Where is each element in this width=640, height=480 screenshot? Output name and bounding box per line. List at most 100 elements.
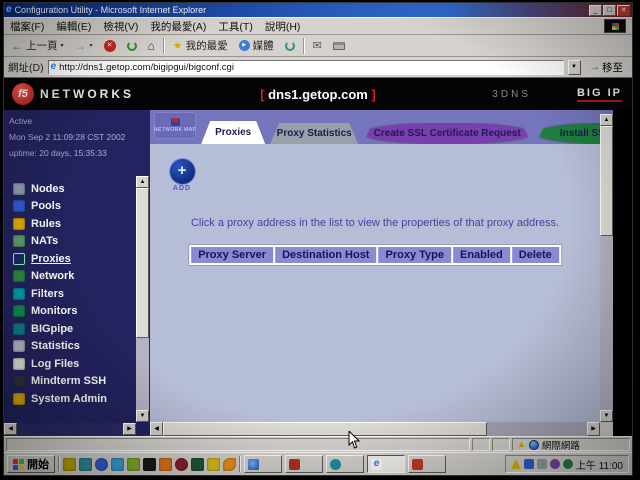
- sidebar-item-monitors[interactable]: Monitors: [13, 303, 107, 321]
- tray-icon[interactable]: [524, 459, 534, 469]
- go-button[interactable]: → 移至: [585, 59, 629, 75]
- quick-launch-icon[interactable]: [111, 458, 124, 471]
- taskbar-window-button[interactable]: [285, 455, 323, 473]
- quick-launch-icon[interactable]: [143, 458, 156, 471]
- screen: e Configuration Utility - Microsoft Inte…: [0, 0, 640, 480]
- sidebar-item-system-admin[interactable]: System Admin: [13, 390, 107, 408]
- menu-tools[interactable]: 工具(T): [218, 19, 252, 34]
- minimize-button[interactable]: _: [589, 5, 602, 16]
- quick-launch: [63, 458, 236, 471]
- back-arrow-icon: ←: [11, 39, 23, 53]
- quick-launch-icon[interactable]: [175, 458, 188, 471]
- scroll-left-button[interactable]: ◀: [150, 422, 163, 436]
- maximize-button[interactable]: □: [603, 5, 616, 16]
- taskbar-window-button[interactable]: [408, 455, 446, 473]
- media-button[interactable]: ▶ 媒體: [236, 37, 277, 54]
- sidebar-item-rules[interactable]: Rules: [13, 215, 107, 233]
- scrollbar-thumb[interactable]: [163, 422, 487, 436]
- quick-launch-icon[interactable]: [127, 458, 140, 471]
- ie-logo-icon: e: [6, 5, 12, 15]
- quick-launch-icon[interactable]: [207, 458, 220, 471]
- menu-help[interactable]: 說明(H): [265, 19, 301, 34]
- sidebar-item-nodes[interactable]: Nodes: [13, 180, 107, 198]
- add-proxy[interactable]: + ADD: [166, 159, 198, 192]
- sidebar: Active Mon Sep 2 11:09:28 CST 2002 uptim…: [4, 110, 150, 436]
- product-links: 3DNS BIG IP: [492, 87, 622, 102]
- stop-button[interactable]: ✕: [101, 39, 119, 53]
- quick-launch-icon[interactable]: [159, 458, 172, 471]
- bracket-close: ]: [371, 87, 375, 102]
- scroll-right-button[interactable]: ▶: [587, 422, 600, 436]
- scroll-left-button[interactable]: ◀: [4, 423, 17, 435]
- sidebar-item-filters[interactable]: Filters: [13, 285, 107, 303]
- taskbar-window-button[interactable]: [326, 455, 364, 473]
- link-bigip[interactable]: BIG IP: [577, 87, 622, 102]
- tray-icon[interactable]: [563, 459, 573, 469]
- menu-favorites[interactable]: 我的最愛(A): [150, 19, 206, 34]
- network-map-button[interactable]: NETWORK MAP: [154, 112, 196, 139]
- scroll-up-button[interactable]: ▲: [600, 114, 613, 126]
- sidebar-vertical-scrollbar: ▲ ▼: [136, 176, 149, 422]
- scroll-down-button[interactable]: ▼: [600, 410, 613, 422]
- scroll-right-button[interactable]: ▶: [123, 423, 136, 435]
- tray-icon[interactable]: [511, 459, 521, 469]
- tab-proxies[interactable]: Proxies: [201, 121, 265, 144]
- sidebar-item-proxies[interactable]: Proxies: [13, 250, 107, 268]
- status-datetime: Mon Sep 2 11:09:28 CST 2002: [9, 129, 148, 145]
- scrollbar-thumb[interactable]: [136, 188, 149, 338]
- quick-launch-icon[interactable]: [223, 458, 236, 471]
- address-dropdown-button[interactable]: ▼: [568, 60, 581, 75]
- scroll-up-button[interactable]: ▲: [136, 176, 149, 188]
- sidebar-horizontal-scrollbar: ◀ ▶: [4, 423, 136, 436]
- sidebar-item-log-files[interactable]: Log Files: [13, 355, 107, 373]
- address-url[interactable]: http://dns1.getop.com/bigipgui/bigconf.c…: [59, 62, 234, 73]
- tab-create-ssl-certificate-request[interactable]: Create SSL Certificate Request: [363, 123, 531, 144]
- mail-button[interactable]: ✉: [310, 38, 325, 53]
- refresh-icon: [127, 41, 137, 51]
- favorites-star-icon: ★: [173, 39, 183, 52]
- quick-launch-icon[interactable]: [191, 458, 204, 471]
- close-button[interactable]: ✕: [617, 5, 630, 16]
- favorites-button[interactable]: ★ 我的最愛: [170, 37, 231, 54]
- proxies-icon: [13, 253, 25, 265]
- menu-view[interactable]: 檢視(V): [103, 19, 138, 34]
- refresh-button[interactable]: [124, 40, 140, 52]
- taskbar-window-button-active[interactable]: e: [367, 455, 405, 473]
- rules-icon: [13, 218, 25, 230]
- address-input[interactable]: e http://dns1.getop.com/bigipgui/bigconf…: [48, 60, 564, 75]
- link-3dns[interactable]: 3DNS: [492, 89, 531, 100]
- sidebar-item-network[interactable]: Network: [13, 268, 107, 286]
- quick-launch-icon[interactable]: [95, 458, 108, 471]
- log-files-icon: [13, 358, 25, 370]
- taskbar-divider: [58, 456, 60, 472]
- sidebar-item-nats[interactable]: NATs: [13, 233, 107, 251]
- back-button[interactable]: ← 上一頁 ▾: [8, 37, 67, 54]
- menu-file[interactable]: 檔案(F): [10, 19, 44, 34]
- back-dropdown-icon[interactable]: ▾: [61, 42, 64, 49]
- sidebar-item-mindterm-ssh[interactable]: Mindterm SSH: [13, 373, 107, 391]
- sidebar-item-bigpipe[interactable]: BIGpipe: [13, 320, 107, 338]
- quick-launch-icon[interactable]: [63, 458, 76, 471]
- taskbar-window-button[interactable]: [244, 455, 282, 473]
- tray-icon[interactable]: [550, 459, 560, 469]
- scroll-down-button[interactable]: ▼: [136, 410, 149, 422]
- start-button[interactable]: 開始: [7, 455, 55, 473]
- scrollbar-thumb[interactable]: [600, 126, 613, 236]
- history-button[interactable]: [282, 40, 298, 52]
- forward-button[interactable]: → ▾: [72, 38, 96, 54]
- tab-proxy-statistics[interactable]: Proxy Statistics: [270, 123, 358, 144]
- app-icon: [330, 459, 341, 470]
- warning-icon: ▲: [517, 440, 526, 449]
- quick-launch-icon[interactable]: [79, 458, 92, 471]
- forward-dropdown-icon[interactable]: ▾: [90, 42, 93, 49]
- column-proxy-server: Proxy Server: [191, 247, 273, 263]
- content-frame: NETWORK MAP Proxies Proxy Statistics Cre…: [150, 110, 613, 436]
- print-button[interactable]: [330, 41, 348, 51]
- home-button[interactable]: ⌂: [145, 38, 158, 54]
- sidebar-item-pools[interactable]: Pools: [13, 198, 107, 216]
- menu-edit[interactable]: 編輯(E): [56, 19, 91, 34]
- tray-icon[interactable]: [537, 459, 547, 469]
- sidebar-item-statistics[interactable]: Statistics: [13, 338, 107, 356]
- add-icon[interactable]: +: [170, 159, 195, 184]
- f5-header: f5 NETWORKS [ dns1.getop.com ] 3DNS BIG …: [4, 78, 632, 110]
